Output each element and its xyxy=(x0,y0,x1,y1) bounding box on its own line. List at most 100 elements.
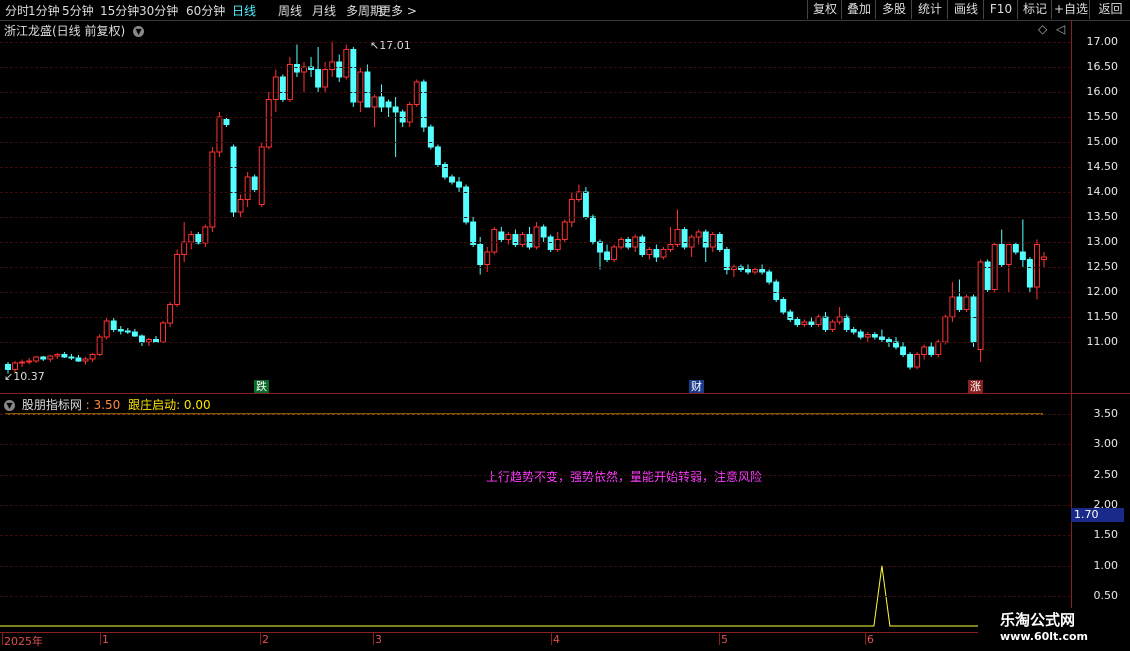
date-label: 6 xyxy=(867,633,874,646)
candle-body xyxy=(956,296,963,310)
candle-body xyxy=(237,199,244,213)
indicator-axis-label: 3.50 xyxy=(1093,407,1119,420)
candle-body xyxy=(949,296,956,318)
date-tick xyxy=(373,633,374,645)
candle-body xyxy=(822,316,829,330)
price-axis-label: 15.50 xyxy=(1086,110,1119,123)
candle-body xyxy=(286,64,293,100)
candlestick-chart[interactable] xyxy=(0,0,1130,650)
candle-body xyxy=(808,321,815,325)
candle-body xyxy=(230,146,237,213)
candle-body xyxy=(322,69,329,88)
candle-body xyxy=(970,296,977,343)
price-axis-label: 14.50 xyxy=(1086,160,1119,173)
price-gridline xyxy=(0,67,1071,68)
watermark-url: www.60lt.com xyxy=(1000,630,1089,643)
candle-body xyxy=(702,231,709,248)
candle-body xyxy=(364,71,371,108)
indicator-axis-label: 3.00 xyxy=(1093,437,1119,451)
price-gridline xyxy=(0,92,1071,93)
price-gridline xyxy=(0,167,1071,168)
date-label: 2 xyxy=(262,633,269,646)
candle-body xyxy=(667,244,674,250)
candle-body xyxy=(357,71,364,103)
candle-body xyxy=(625,239,632,248)
candle-body xyxy=(167,304,174,324)
price-gridline xyxy=(0,192,1071,193)
candle-body xyxy=(96,336,103,355)
candle-body xyxy=(589,216,596,243)
candle-body xyxy=(780,299,787,313)
price-gridline xyxy=(0,142,1071,143)
candle-body xyxy=(935,341,942,355)
indicator-gridline xyxy=(0,414,1071,415)
candle-body xyxy=(900,346,907,355)
candle-body xyxy=(336,61,343,78)
candle-body xyxy=(815,316,822,325)
candle-body xyxy=(174,254,181,305)
marker-die: 跌 xyxy=(254,380,269,393)
candle-body xyxy=(131,331,138,337)
candle-body xyxy=(660,249,667,258)
candle-body xyxy=(420,81,427,128)
candle-body xyxy=(265,99,272,148)
date-tick xyxy=(551,633,552,645)
price-gridline xyxy=(0,267,1071,268)
date-tick xyxy=(260,633,261,645)
candle-body xyxy=(773,281,780,300)
candle-body xyxy=(907,354,914,368)
candle-body xyxy=(54,354,61,357)
price-gridline xyxy=(0,342,1071,343)
date-tick xyxy=(719,633,720,645)
candle-body xyxy=(427,126,434,148)
candle-body xyxy=(26,360,33,363)
candle-body xyxy=(117,329,124,332)
candle-body xyxy=(12,362,19,370)
candle-body xyxy=(68,356,75,359)
candle-body xyxy=(202,226,209,244)
chevron-down-icon[interactable]: ▼ xyxy=(4,400,15,411)
candle-body xyxy=(921,346,928,355)
candle-body xyxy=(160,322,167,343)
candle-body xyxy=(315,69,322,88)
price-gridline xyxy=(0,42,1071,43)
candle-body xyxy=(871,334,878,338)
date-label: 1 xyxy=(102,633,109,646)
indicator-gridline xyxy=(0,505,1071,506)
high-arrow-icon: ↖ xyxy=(370,39,380,52)
candle-body xyxy=(484,251,491,265)
high-price-label: ↖17.01 xyxy=(370,39,411,52)
indicator-line-label: 跟庄启动: 0.00 xyxy=(128,398,211,412)
candle-body xyxy=(75,357,82,362)
candle-body xyxy=(498,231,505,240)
candle-body xyxy=(392,106,399,113)
candle-body xyxy=(293,64,300,73)
candle-body xyxy=(1026,259,1033,288)
indicator-gridline xyxy=(0,474,1071,476)
candle-body xyxy=(385,101,392,108)
price-gridline xyxy=(0,217,1071,218)
candle-body xyxy=(878,336,885,340)
candle-body xyxy=(1005,244,1012,265)
candle-body xyxy=(1041,256,1047,260)
candle-body xyxy=(244,176,251,200)
candle-body xyxy=(434,146,441,165)
candle-body xyxy=(1019,251,1026,260)
candle-body xyxy=(850,329,857,333)
candle-body xyxy=(787,311,794,320)
candle-body xyxy=(5,364,11,370)
candle-body xyxy=(519,234,526,245)
candle-body xyxy=(82,358,89,362)
candle-body xyxy=(575,191,582,200)
candle-body xyxy=(258,146,265,205)
candle-body xyxy=(526,234,533,248)
indicator-gridline xyxy=(0,565,1071,567)
candle-body xyxy=(188,234,195,243)
candle-body xyxy=(963,296,970,310)
indicator-axis-label: 1.50 xyxy=(1093,528,1119,542)
date-tick xyxy=(100,633,101,645)
candle-body xyxy=(681,229,688,248)
date-tick xyxy=(2,633,3,645)
price-gridline xyxy=(0,117,1071,118)
candle-body xyxy=(709,234,716,248)
